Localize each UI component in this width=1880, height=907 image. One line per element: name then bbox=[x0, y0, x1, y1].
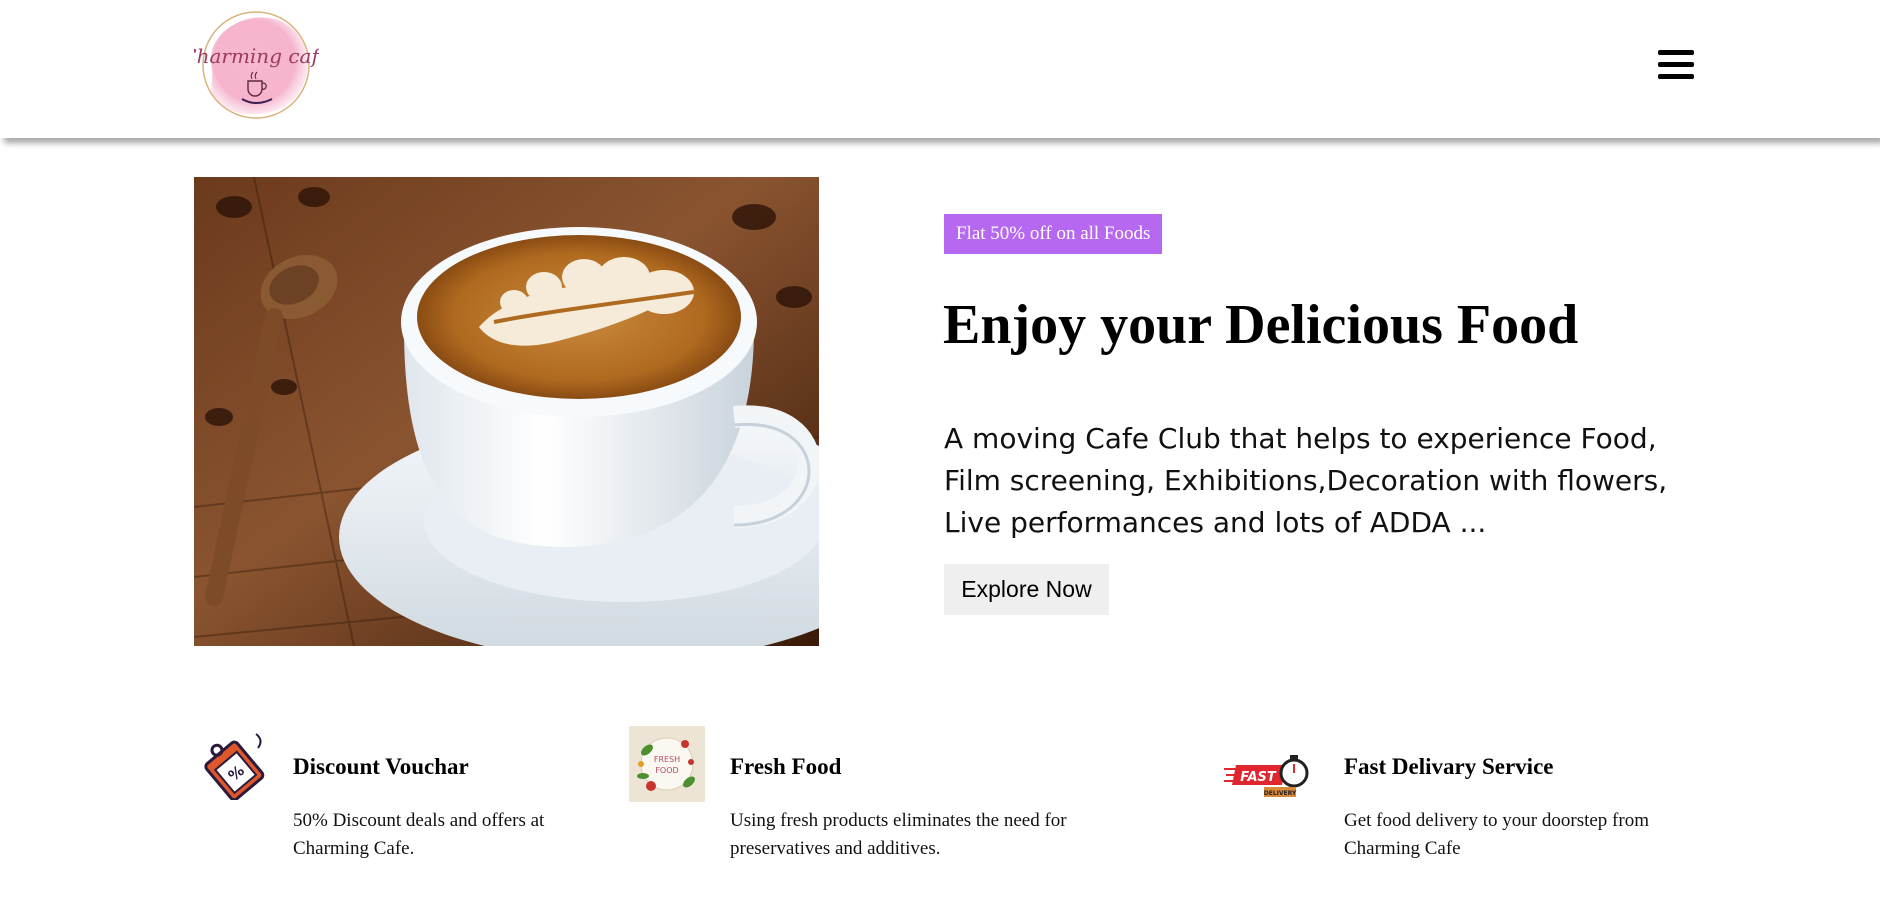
charming-cafe-logo[interactable]: Charming cafe bbox=[194, 9, 319, 122]
svg-text:Charming cafe: Charming cafe bbox=[194, 44, 319, 68]
fresh-food-icon: FRESH FOOD bbox=[629, 726, 705, 802]
svg-text:FOOD: FOOD bbox=[655, 766, 678, 775]
feature-title-discount: Discount Vouchar bbox=[293, 754, 469, 779]
feature-text-fast-delivery: Get food delivery to your doorstep from … bbox=[1344, 810, 1649, 859]
feature-title-fresh-food: Fresh Food bbox=[730, 754, 842, 779]
hero-description: A moving Cafe Club that helps to experie… bbox=[944, 422, 1668, 539]
hero-title: Enjoy your Delicious Food bbox=[943, 294, 1579, 356]
fast-delivery-icon: FAST DELIVERY bbox=[1224, 751, 1310, 803]
feature-text-discount: 50% Discount deals and offers at Charmin… bbox=[293, 810, 545, 859]
svg-text:DELIVERY: DELIVERY bbox=[1264, 790, 1297, 797]
hamburger-menu-icon[interactable] bbox=[1656, 46, 1696, 84]
feature-title-fast-delivery: Fast Delivary Service bbox=[1344, 754, 1554, 779]
hero-coffee-image bbox=[194, 177, 819, 646]
explore-now-button[interactable]: Explore Now bbox=[944, 564, 1109, 615]
latte-art-coffee-cup bbox=[194, 177, 819, 646]
svg-text:FAST: FAST bbox=[1240, 770, 1277, 785]
site-header: Charming cafe bbox=[0, 0, 1880, 138]
svg-text:FRESH: FRESH bbox=[654, 755, 680, 764]
discount-tag-icon: % bbox=[196, 730, 268, 802]
promo-badge: Flat 50% off on all Foods bbox=[944, 214, 1163, 254]
cafe-logo-icon: Charming cafe bbox=[194, 11, 319, 119]
feature-text-fresh-food: Using fresh products eliminates the need… bbox=[730, 810, 1067, 859]
